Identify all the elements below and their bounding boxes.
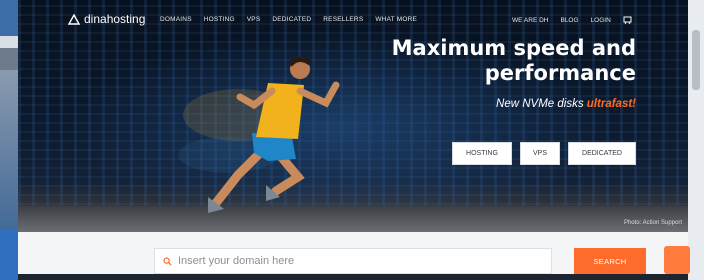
hero-cta-row: HOSTING VPS DEDICATED (452, 142, 636, 165)
menu-item-domains[interactable]: DOMAINS (160, 16, 192, 23)
hero-headline: Maximum speed and performance (391, 36, 636, 85)
menu-item-login[interactable]: LOGIN (591, 17, 611, 24)
brand-logo[interactable]: dinahosting (68, 12, 145, 26)
search-icon (163, 256, 172, 266)
menu-item-we-are-dh[interactable]: WE ARE DH (512, 17, 548, 24)
window-right-edge (688, 0, 704, 280)
menu-item-hosting[interactable]: HOSTING (204, 16, 235, 23)
hosting-button[interactable]: HOSTING (452, 142, 512, 165)
page-bottom-bar (18, 274, 688, 280)
cart-icon[interactable] (623, 16, 632, 24)
main-menu: DOMAINS HOSTING VPS DEDICATED RESELLERS … (160, 16, 417, 23)
search-placeholder: Insert your domain here (178, 255, 295, 267)
vps-button[interactable]: VPS (520, 142, 560, 165)
search-button[interactable]: SEARCH (574, 248, 646, 274)
brand-name: dinahosting (84, 12, 146, 26)
hero-subtitle-text: New NVMe disks (496, 98, 587, 110)
hero-banner: dinahosting DOMAINS HOSTING VPS DEDICATE… (18, 0, 688, 232)
scrollbar-thumb[interactable] (692, 30, 700, 90)
domain-search-band: Insert your domain here SEARCH (18, 232, 690, 274)
menu-item-resellers[interactable]: RESELLERS (323, 16, 363, 23)
runner-illustration (178, 57, 340, 213)
menu-item-vps[interactable]: VPS (247, 16, 261, 23)
window-left-strip (0, 0, 18, 280)
menu-item-what-more[interactable]: WHAT MORE (375, 16, 417, 23)
hero-subtitle-accent: ultrafast! (586, 98, 636, 110)
menu-item-blog[interactable]: BLOG (560, 17, 578, 24)
logo-triangle-icon (68, 13, 80, 25)
top-navigation: dinahosting DOMAINS HOSTING VPS DEDICATE… (18, 0, 688, 36)
chat-icon[interactable] (664, 246, 690, 274)
domain-search-input[interactable]: Insert your domain here (154, 248, 552, 274)
hero-subtitle: New NVMe disks ultrafast! (496, 98, 636, 110)
menu-item-dedicated[interactable]: DEDICATED (272, 16, 311, 23)
secondary-menu: WE ARE DH BLOG LOGIN (512, 16, 632, 24)
photo-credit: Photo: Action Support (623, 220, 682, 226)
window-left-blue-bar (0, 230, 18, 280)
dedicated-button[interactable]: DEDICATED (568, 142, 636, 165)
